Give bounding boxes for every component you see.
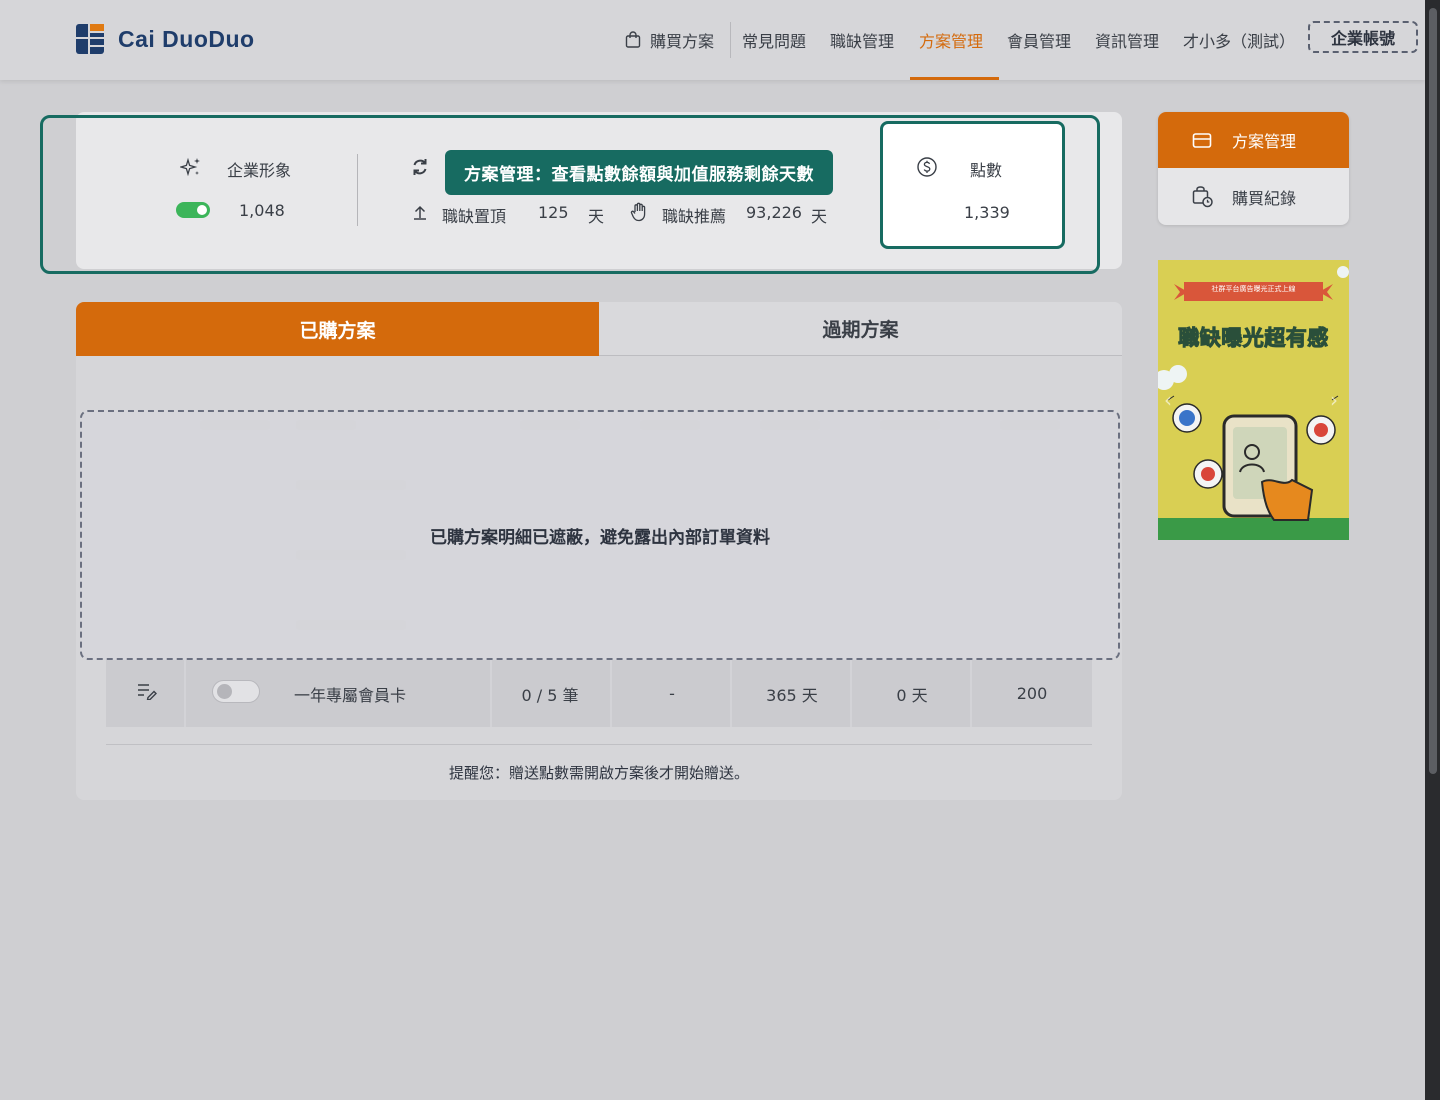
ad-headline: 職缺曝光超有感 [1178, 326, 1329, 351]
plan-enable-toggle[interactable] [212, 680, 260, 703]
plan-duration: 365 天 [766, 685, 818, 705]
side-item-purchase-history-label: 購買紀錄 [1232, 189, 1297, 208]
shopping-bag-icon [625, 31, 641, 48]
arrow-up-icon [414, 205, 426, 220]
masked-plan-details: 已購方案明細已遮蔽，避免露出內部訂單資料 [80, 410, 1120, 660]
nav-faq[interactable]: 常見問題 [742, 0, 806, 80]
job-pin-label: 職缺置頂 [442, 207, 507, 226]
job-recommend-label: 職缺推薦 [662, 207, 727, 226]
nav-buy-plan[interactable]: 購買方案 [624, 0, 714, 80]
points-label: 點數 [970, 161, 1003, 180]
job-pin-unit: 天 [588, 207, 605, 226]
hand-icon [630, 202, 646, 222]
plan-usage: 0 / 5 筆 [521, 685, 579, 705]
nav-plans[interactable]: 方案管理 [919, 0, 983, 80]
reminder-text: 提醒您：贈送點數需開啟方案後才開始贈送。 [448, 764, 749, 782]
bag-clock-icon [1192, 186, 1213, 208]
side-item-plans-label: 方案管理 [1232, 132, 1297, 151]
job-recommend-unit: 天 [811, 207, 828, 226]
nav-jobs[interactable]: 職缺管理 [830, 0, 894, 80]
ad-carousel-prev-icon[interactable]: ‹ [1164, 388, 1172, 412]
side-item-purchase-history[interactable]: 購買紀錄 [1158, 169, 1349, 225]
tab-expired[interactable]: 過期方案 [599, 302, 1122, 356]
nav-user[interactable]: 才小多（測試） [1183, 0, 1295, 80]
nav-divider [730, 22, 731, 58]
top-header: Cai DuoDuo 購買方案 常見問題 職缺管理 方案管理 會員管理 資訊管理… [0, 0, 1425, 80]
job-recommend-value: 93,226 [746, 203, 802, 222]
plan-name: 一年專屬會員卡 [294, 685, 407, 705]
tab-purchased[interactable]: 已購方案 [76, 302, 599, 356]
scrollbar-thumb[interactable] [1429, 8, 1437, 774]
plan-dash: - [669, 684, 675, 703]
stats-divider [357, 154, 358, 226]
ad-illustration [1158, 260, 1349, 540]
nav-members[interactable]: 會員管理 [1007, 0, 1071, 80]
cell-separator [184, 660, 186, 727]
side-menu: 方案管理 購買紀錄 [1158, 112, 1349, 225]
plan-points: 200 [1016, 684, 1048, 703]
edit-list-icon[interactable] [137, 682, 157, 700]
plan-remaining: 0 天 [896, 685, 928, 705]
wallet-icon [1192, 133, 1212, 148]
nav-info[interactable]: 資訊管理 [1095, 0, 1159, 80]
dollar-coin-icon [917, 157, 937, 177]
sparkle-icon [180, 157, 200, 177]
corporate-image-toggle[interactable] [176, 202, 210, 218]
job-pin-value: 125 [538, 203, 569, 222]
nav-active-indicator [910, 77, 999, 80]
points-value: 1,339 [964, 203, 1010, 222]
nav-buy-plan-label: 購買方案 [650, 32, 715, 51]
corporate-image-label: 企業形象 [227, 161, 292, 180]
side-item-plans[interactable]: 方案管理 [1158, 112, 1349, 168]
points-box [880, 121, 1065, 249]
ad-banner[interactable]: 社群平台廣告曝光正式上線 職缺曝光超有感 ‹ › [1158, 260, 1349, 540]
corp-account-button[interactable]: 企業帳號 [1308, 21, 1418, 53]
logo-icon [76, 24, 104, 54]
corporate-image-value: 1,048 [239, 201, 285, 220]
refresh-icon [413, 159, 427, 175]
divider [106, 744, 1092, 745]
ad-carousel-next-icon[interactable]: › [1330, 388, 1338, 412]
brand-name: Cai DuoDuo [118, 25, 255, 52]
ad-ribbon-text: 社群平台廣告曝光正式上線 [1211, 285, 1296, 293]
plans-tooltip: 方案管理：查看點數餘額與加值服務剩餘天數 [445, 150, 833, 195]
mask-notice: 已購方案明細已遮蔽，避免露出內部訂單資料 [430, 527, 770, 548]
brand-logo[interactable]: Cai DuoDuo [76, 24, 255, 54]
